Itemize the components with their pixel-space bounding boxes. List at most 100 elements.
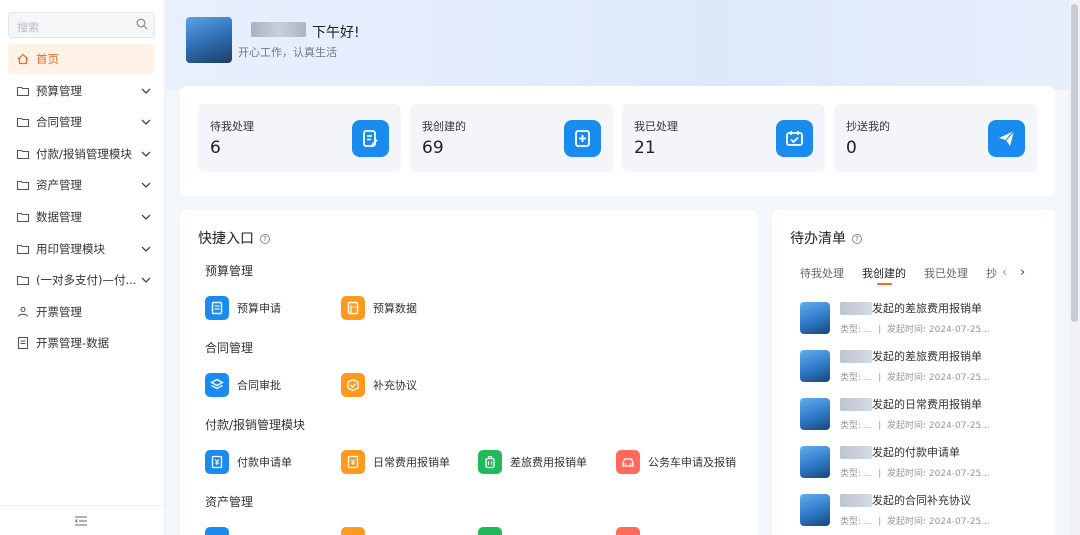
sidebar-item-label: 预算管理 [36,83,82,98]
avatar [800,494,830,526]
todo-panel: 待办清单? 待我处理 我创建的 我已处理 抄 ‹ › 发起的差旅费用报销单 类型… [772,210,1055,535]
sidebar-item-data[interactable]: 数据管理 [8,202,155,232]
quick-item-partial[interactable] [205,526,237,535]
page-scrollbar[interactable] [1069,0,1080,535]
add-document-icon [564,120,601,157]
layers-icon [205,373,229,397]
sidebar-item-seal[interactable]: 用印管理模块 [8,234,155,264]
list-item-time: 发起时间: 2024-07-25... [886,325,990,335]
quick-item-supplement[interactable]: 补充协议 [341,372,417,398]
sidebar-item-home[interactable]: 首页 [8,44,155,74]
quick-item-budget-apply[interactable]: 预算申请 [205,295,281,321]
user-name-redacted [251,22,306,37]
list-item-meta: 类型: ... | 发起时间: 2024-07-25... [840,469,990,479]
chevron-down-icon[interactable] [139,115,153,129]
stat-pending[interactable]: 待我处理 6 [198,104,401,172]
chevron-down-icon[interactable] [139,178,153,192]
list-item-type: 类型: ... [840,325,873,335]
list-item[interactable]: 发起的差旅费用报销单 类型: ... | 发起时间: 2024-07-25... [800,298,1050,342]
user-name-redacted [840,350,872,363]
sidebar-item-assets[interactable]: 资产管理 [8,170,155,200]
folder-icon [16,244,30,254]
user-name-redacted [840,446,872,459]
document-icon [205,296,229,320]
quick-item-label: 付款申请单 [237,456,292,469]
chevron-down-icon[interactable] [139,84,153,98]
stat-value: 69 [422,138,444,158]
greeting: 下午好! [312,25,360,41]
quick-item-partial[interactable] [616,526,648,535]
tab-created[interactable]: 我创建的 [862,265,906,285]
list-item-time: 发起时间: 2024-07-25... [886,421,990,431]
shield-icon [478,527,502,535]
search-placeholder: 搜索 [17,21,39,34]
stat-created[interactable]: 我创建的 69 [410,104,613,172]
quick-entry-panel: 快捷入口? 预算管理 预算申请 预算数据 合同管理 合同审批 补充协议 付款/报… [180,210,758,535]
section-title: 资产管理 [205,495,254,509]
quick-item-partial[interactable] [341,526,373,535]
receipt-icon [341,450,365,474]
quick-item-payment-apply[interactable]: 付款申请单 [205,449,292,475]
sidebar-item-contract[interactable]: 合同管理 [8,107,155,137]
quick-item-daily-expense[interactable]: 日常费用报销单 [341,449,450,475]
shield-icon [205,527,229,535]
search-icon[interactable] [136,18,148,30]
chevron-down-icon[interactable] [139,147,153,161]
sidebar-item-payment[interactable]: 付款/报销管理模块 [8,139,155,169]
folder-icon [16,212,30,223]
chevron-down-icon[interactable] [139,210,153,224]
list-item[interactable]: 发起的合同补充协议 类型: ... | 发起时间: 2024-07-25... [800,490,1050,534]
quick-item-partial[interactable] [478,526,510,535]
help-icon[interactable]: ? [260,234,270,244]
quick-item-travel-expense[interactable]: 差旅费用报销单 [478,449,587,475]
sidebar-item-invoice[interactable]: 开票管理 [8,297,155,327]
quick-item-label: 预算数据 [373,302,417,315]
stat-value: 0 [846,138,857,158]
sidebar-item-budget[interactable]: 预算管理 [8,76,155,106]
stat-label: 待我处理 [210,120,254,133]
motto: 开心工作，认真生活 [238,46,337,59]
stat-cc[interactable]: 抄送我的 0 [834,104,1037,172]
stat-value: 21 [634,138,656,158]
sidebar-item-label: 首页 [36,52,59,66]
tab-pending[interactable]: 待我处理 [800,265,844,281]
search-input[interactable]: 搜索 [8,12,155,38]
list-item[interactable]: 发起的日常费用报销单 类型: ... | 发起时间: 2024-07-25... [800,394,1050,438]
chevron-right-icon[interactable]: › [1020,265,1025,280]
quick-item-label: 差旅费用报销单 [510,456,587,469]
stats-card: 待我处理 6 我创建的 69 我已处理 21 抄送我的 0 [180,86,1055,196]
list-item-type: 类型: ... [840,469,873,479]
list-item[interactable]: 发起的差旅费用报销单 类型: ... | 发起时间: 2024-07-25... [800,346,1050,390]
todo-title-text: 待办清单 [790,231,846,247]
tab-cc[interactable]: 抄 [986,265,997,281]
cube-icon [341,373,365,397]
stat-label: 抄送我的 [846,120,890,133]
scrollbar-thumb[interactable] [1071,4,1078,322]
list-item-meta: 类型: ... | 发起时间: 2024-07-25... [840,421,990,431]
section-title: 付款/报销管理模块 [205,418,306,432]
help-icon[interactable]: ? [852,234,862,244]
sidebar-collapse-button[interactable] [0,505,165,535]
chevron-down-icon[interactable] [139,273,153,287]
sidebar-item-label: 资产管理 [36,178,82,193]
shield-icon [616,527,640,535]
sidebar-item-invoice-data[interactable]: 开票管理-数据 [8,328,155,358]
list-item-meta: 类型: ... | 发起时间: 2024-07-25... [840,517,990,527]
chevron-down-icon[interactable] [139,242,153,256]
avatar [800,398,830,430]
avatar [800,446,830,478]
quick-item-official-car[interactable]: 公务车申请及报销 [616,449,736,475]
quick-item-contract-approve[interactable]: 合同审批 [205,372,281,398]
avatar[interactable] [186,17,232,63]
list-item[interactable]: 发起的付款申请单 类型: ... | 发起时间: 2024-07-25... [800,442,1050,486]
tab-processed[interactable]: 我已处理 [924,265,968,281]
stat-processed[interactable]: 我已处理 21 [622,104,825,172]
quick-entry-title: 快捷入口? [198,228,270,248]
folder-icon [16,149,30,159]
sidebar-item-multi-pay[interactable]: (一对多支付)—付... [8,265,155,295]
folder-icon [16,276,30,286]
chevron-left-icon[interactable]: ‹ [1002,265,1007,280]
avatar [800,350,830,382]
todo-tabs: 待我处理 我创建的 我已处理 抄 [800,265,1050,287]
quick-item-budget-data[interactable]: 预算数据 [341,295,417,321]
